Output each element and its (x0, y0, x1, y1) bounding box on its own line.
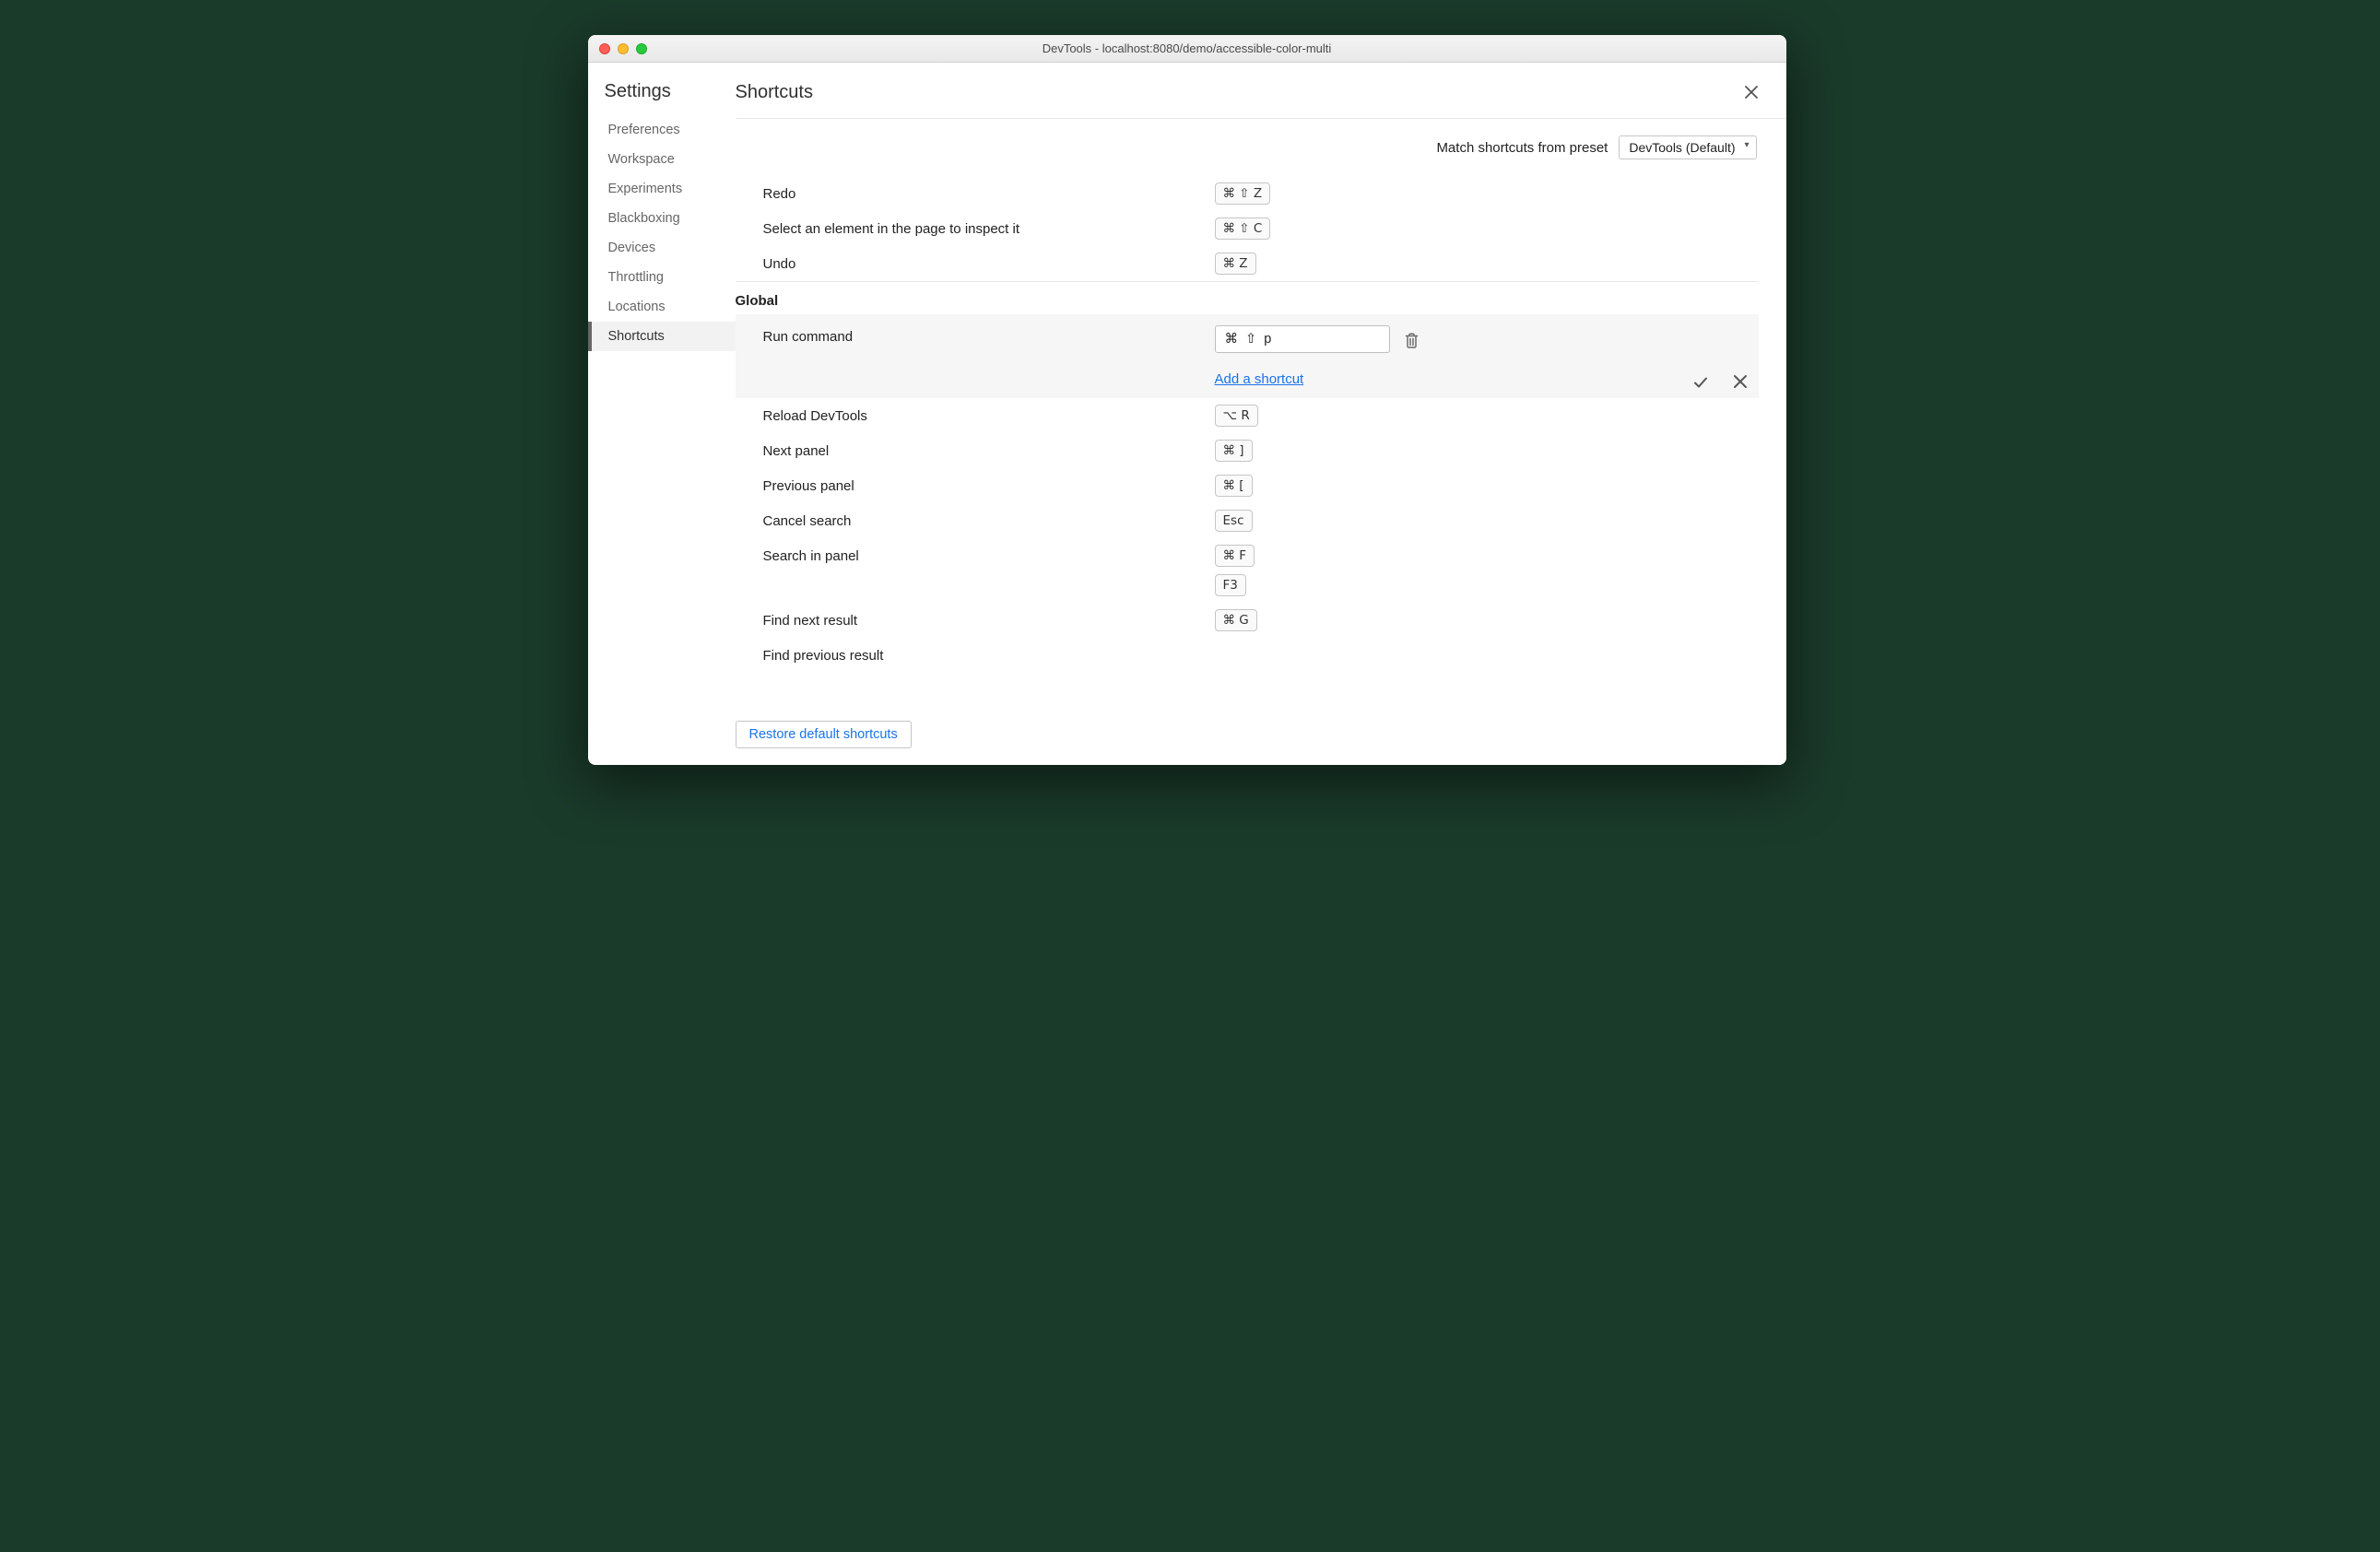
content: Settings PreferencesWorkspaceExperiments… (588, 63, 1786, 765)
shortcut-row[interactable]: Reload DevTools⌥ R (736, 398, 1759, 433)
preset-label: Match shortcuts from preset (1436, 140, 1608, 156)
traffic-lights (588, 43, 647, 54)
sidebar-item-blackboxing[interactable]: Blackboxing (588, 204, 736, 233)
sidebar-item-experiments[interactable]: Experiments (588, 174, 736, 204)
shortcut-label: Find previous result (736, 644, 1215, 664)
shortcut-label: Reload DevTools (736, 405, 1215, 424)
shortcut-keys: ⌘ F F3 (1215, 545, 1759, 596)
preset-value: DevTools (Default) (1629, 140, 1735, 155)
shortcut-label: Find next result (736, 609, 1215, 629)
shortcut-label: Undo (736, 253, 1215, 272)
window-title: DevTools - localhost:8080/demo/accessibl… (588, 41, 1786, 55)
shortcut-keycap[interactable]: F3 (1215, 574, 1246, 596)
shortcut-keys: ⌘ ⇧ C (1215, 218, 1759, 240)
shortcut-label: Run command (736, 325, 1215, 345)
shortcut-label: Search in panel (736, 545, 1215, 564)
shortcut-keys: ⌘ Z (1215, 253, 1759, 275)
sidebar-item-preferences[interactable]: Preferences (588, 115, 736, 145)
shortcut-keys: ⌘ [ (1215, 475, 1759, 497)
cancel-edit-icon[interactable] (1733, 374, 1748, 391)
client-area: Settings PreferencesWorkspaceExperiments… (588, 63, 1786, 765)
shortcut-row[interactable]: Next panel⌘ ] (736, 433, 1759, 468)
shortcut-row[interactable]: Find next result⌘ G (736, 603, 1759, 638)
shortcut-row[interactable]: Find previous result (736, 638, 1759, 673)
page-title: Shortcuts (736, 82, 1740, 103)
shortcut-keycap[interactable]: ⌘ ⇧ C (1215, 218, 1271, 240)
shortcut-label: Redo (736, 182, 1215, 202)
shortcut-keys: ⌘ ] (1215, 440, 1759, 462)
sidebar-title: Settings (588, 81, 736, 115)
section-title-global: Global (736, 281, 1759, 314)
restore-defaults-button[interactable]: Restore default shortcuts (736, 721, 912, 748)
main-header: Shortcuts (736, 63, 1786, 119)
preset-select[interactable]: DevTools (Default) (1619, 135, 1756, 159)
shortcut-row[interactable]: Search in panel⌘ F F3 (736, 538, 1759, 603)
shortcut-row[interactable]: Undo⌘ Z (736, 246, 1759, 281)
delete-shortcut-icon[interactable] (1405, 331, 1419, 348)
sidebar-item-locations[interactable]: Locations (588, 292, 736, 322)
shortcut-keycap[interactable]: ⌘ [ (1215, 475, 1253, 497)
titlebar: DevTools - localhost:8080/demo/accessibl… (588, 35, 1786, 63)
shortcut-keycap[interactable]: ⌥ R (1215, 405, 1258, 427)
maximize-window-button[interactable] (636, 43, 647, 54)
close-settings-button[interactable] (1740, 81, 1762, 103)
shortcut-row[interactable]: Select an element in the page to inspect… (736, 211, 1759, 246)
shortcuts-scroll-area[interactable]: Redo⌘ ⇧ ZSelect an element in the page t… (736, 176, 1786, 765)
close-window-button[interactable] (599, 43, 610, 54)
shortcut-keys: ⌘ G (1215, 609, 1759, 631)
sidebar-item-workspace[interactable]: Workspace (588, 145, 736, 174)
shortcut-label: Previous panel (736, 475, 1215, 494)
preset-row: Match shortcuts from preset DevTools (De… (736, 119, 1786, 176)
shortcut-keycap[interactable]: ⌘ G (1215, 609, 1257, 631)
shortcut-keycap[interactable]: ⌘ ] (1215, 440, 1253, 462)
edit-row-actions (1692, 374, 1748, 391)
shortcut-row[interactable]: Redo⌘ ⇧ Z (736, 176, 1759, 211)
shortcut-row-editing: Run command Add a shortcut (736, 314, 1759, 398)
shortcut-keycap[interactable]: Esc (1215, 510, 1253, 532)
shortcut-keys: Esc (1215, 510, 1759, 532)
confirm-edit-icon[interactable] (1692, 374, 1709, 391)
shortcut-edit-input[interactable] (1215, 325, 1390, 353)
main-panel: Shortcuts Match shortcuts from preset De… (736, 63, 1786, 765)
shortcut-list: Redo⌘ ⇧ ZSelect an element in the page t… (736, 176, 1786, 673)
shortcut-keys: ⌘ ⇧ Z (1215, 182, 1759, 205)
footer: Restore default shortcuts (736, 711, 1786, 765)
settings-sidebar: Settings PreferencesWorkspaceExperiments… (588, 63, 736, 765)
shortcut-row[interactable]: Previous panel⌘ [ (736, 468, 1759, 503)
shortcut-keycap[interactable]: ⌘ F (1215, 545, 1255, 567)
shortcut-keys: ⌥ R (1215, 405, 1759, 427)
window: DevTools - localhost:8080/demo/accessibl… (588, 35, 1786, 765)
add-shortcut-link[interactable]: Add a shortcut (1215, 371, 1304, 387)
sidebar-item-shortcuts[interactable]: Shortcuts (588, 322, 736, 351)
shortcut-keycap[interactable]: ⌘ ⇧ Z (1215, 182, 1271, 205)
shortcut-edit-container: Add a shortcut (1215, 325, 1759, 387)
shortcut-keycap[interactable]: ⌘ Z (1215, 253, 1256, 275)
sidebar-item-throttling[interactable]: Throttling (588, 263, 736, 292)
shortcut-label: Next panel (736, 440, 1215, 459)
shortcut-label: Select an element in the page to inspect… (736, 218, 1215, 237)
minimize-window-button[interactable] (618, 43, 629, 54)
shortcut-label: Cancel search (736, 510, 1215, 529)
sidebar-item-devices[interactable]: Devices (588, 233, 736, 263)
shortcut-row[interactable]: Cancel searchEsc (736, 503, 1759, 538)
